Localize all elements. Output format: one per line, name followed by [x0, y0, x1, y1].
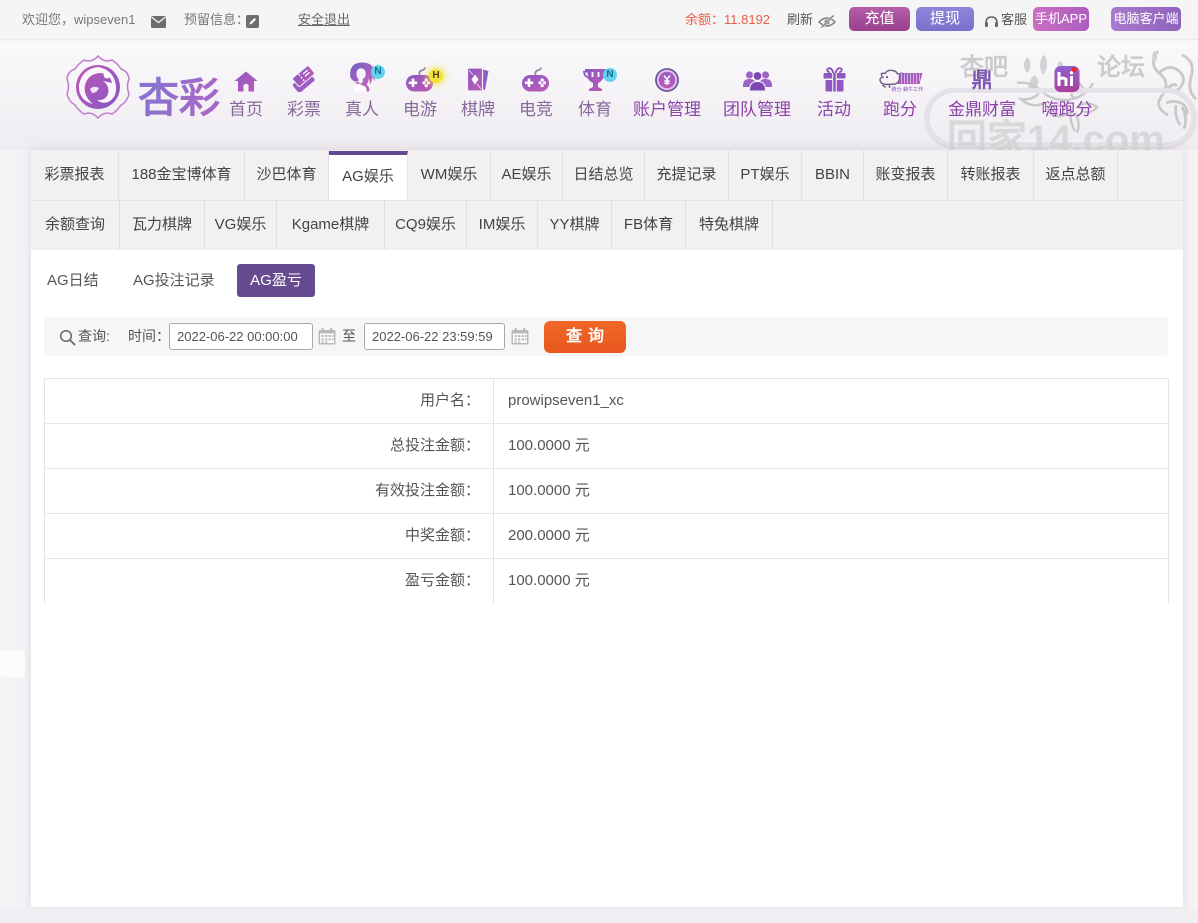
svg-text:跑分·蜗牛工作室: 跑分·蜗牛工作室 — [892, 86, 924, 92]
